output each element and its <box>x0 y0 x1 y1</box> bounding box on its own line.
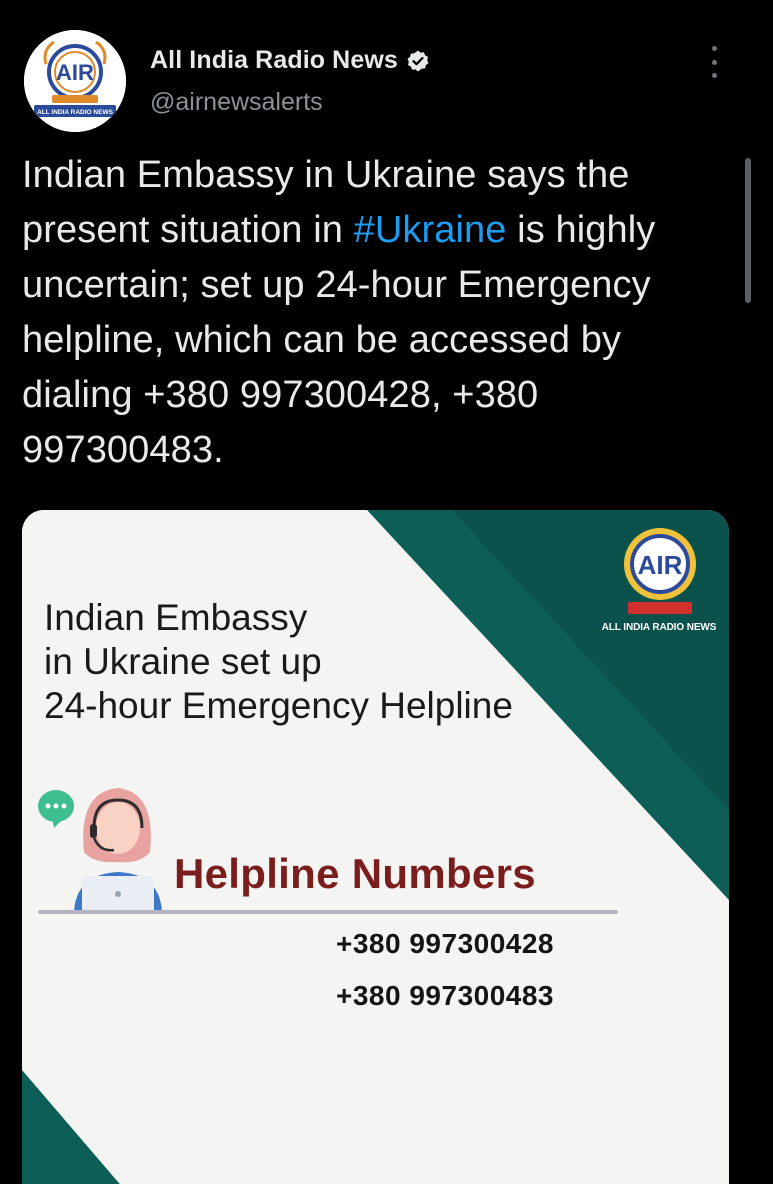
air-logo: AIR ALL INDIA RADIO NEWS <box>600 522 720 637</box>
logo-caption: ALL INDIA RADIO NEWS <box>601 622 717 633</box>
card-title: Indian Embassy in Ukraine set up 24-hour… <box>44 596 644 728</box>
heading-underline <box>38 910 618 914</box>
helpline-number: +380 997300483 <box>336 980 554 1011</box>
tweet-text: Indian Embassy in Ukraine says the prese… <box>22 148 737 478</box>
scrollbar-thumb[interactable] <box>745 158 751 303</box>
more-options-icon[interactable] <box>706 46 722 78</box>
svg-text:AIR: AIR <box>56 60 94 85</box>
card-title-line: 24-hour Emergency Helpline <box>44 685 513 726</box>
account-handle[interactable]: @airnewsalerts <box>150 88 323 117</box>
display-name[interactable]: All India Radio News <box>150 46 398 75</box>
avatar[interactable]: AIR ALL INDIA RADIO NEWS <box>24 30 126 132</box>
name-row: All India Radio News <box>150 46 430 75</box>
card-title-line: Indian Embassy <box>44 597 308 638</box>
tweet-media-image[interactable]: Indian Embassy in Ukraine set up 24-hour… <box>22 510 729 1184</box>
hashtag-link[interactable]: #Ukraine <box>354 209 507 251</box>
air-logo-icon: AIR ALL INDIA RADIO NEWS <box>24 30 126 132</box>
helpline-agent-icon <box>38 788 162 912</box>
air-logo-icon: AIR <box>624 528 696 614</box>
helpline-number: +380 997300428 <box>336 928 554 959</box>
tweet-header: AIR ALL INDIA RADIO NEWS All India Radio… <box>24 30 754 132</box>
avatar-caption: ALL INDIA RADIO NEWS <box>37 109 113 116</box>
verified-badge-icon <box>407 50 429 71</box>
tweet-page: AIR ALL INDIA RADIO NEWS All India Radio… <box>0 0 773 1184</box>
card-title-line: in Ukraine set up <box>44 641 322 682</box>
helpline-heading: Helpline Numbers <box>174 850 536 897</box>
svg-text:AIR: AIR <box>638 550 683 580</box>
